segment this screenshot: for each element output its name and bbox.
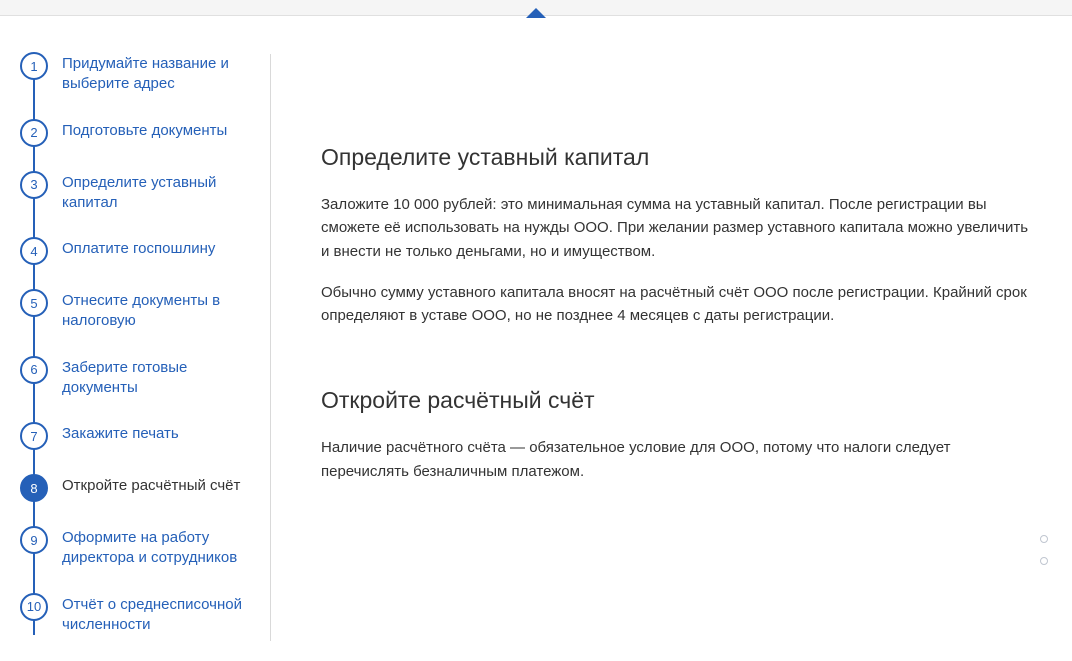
step-number-badge: 1 — [20, 52, 48, 80]
step-label: Заберите готовые документы — [62, 358, 258, 399]
step-item-6[interactable]: 6 Заберите готовые документы — [20, 358, 258, 399]
step-item-3[interactable]: 3 Определите уставный капитал — [20, 173, 258, 214]
step-number-badge: 10 — [20, 593, 48, 621]
section-paragraph: Наличие расчётного счёта — обязательное … — [321, 436, 1032, 483]
step-label: Оплатите госпошлину — [62, 239, 215, 259]
step-label: Определите уставный капитал — [62, 173, 258, 214]
step-number-badge: 7 — [20, 422, 48, 450]
step-label: Отчёт о среднесписочной численности — [62, 595, 258, 636]
step-item-9[interactable]: 9 Оформите на работу директора и сотрудни… — [20, 528, 258, 569]
step-label: Откройте расчётный счёт — [62, 476, 240, 496]
main-container: 1 Придумайте название и выберите адрес 2 По… — [0, 16, 1072, 661]
step-number-badge: 5 — [20, 289, 48, 317]
step-label: Закажите печать — [62, 424, 179, 444]
step-item-1[interactable]: 1 Придумайте название и выберите адрес — [20, 54, 258, 95]
step-label: Оформите на работу директора и сотрудник… — [62, 528, 258, 569]
section-paragraph: Заложите 10 000 рублей: это минимальная … — [321, 193, 1032, 263]
step-label: Отнесите документы в налоговую — [62, 291, 258, 332]
step-number-badge: 3 — [20, 171, 48, 199]
top-arrow-icon — [526, 8, 546, 18]
step-label: Придумайте название и выберите адрес — [62, 54, 258, 95]
step-item-4[interactable]: 4 Оплатите госпошлину — [20, 239, 258, 265]
top-bar — [0, 0, 1072, 16]
step-item-5[interactable]: 5 Отнесите документы в налоговую — [20, 291, 258, 332]
step-item-2[interactable]: 2 Подготовьте документы — [20, 121, 258, 147]
dot-icon — [1040, 535, 1048, 543]
step-label: Подготовьте документы — [62, 121, 227, 141]
step-list: 1 Придумайте название и выберите адрес 2 По… — [20, 54, 258, 635]
sidebar: 1 Придумайте название и выберите адрес 2 По… — [0, 24, 270, 661]
section-title-capital: Определите уставный капитал — [321, 144, 1032, 171]
dot-icon — [1040, 557, 1048, 565]
page-dots — [1040, 535, 1048, 565]
step-item-10[interactable]: 10 Отчёт о среднесписочной численности — [20, 595, 258, 636]
step-number-badge: 4 — [20, 237, 48, 265]
content: Определите уставный капитал Заложите 10 … — [271, 24, 1072, 661]
step-number-badge: 6 — [20, 356, 48, 384]
step-number-badge: 8 — [20, 474, 48, 502]
section-title-account: Откройте расчётный счёт — [321, 387, 1032, 414]
step-item-7[interactable]: 7 Закажите печать — [20, 424, 258, 450]
section-paragraph: Обычно сумму уставного капитала вносят н… — [321, 281, 1032, 328]
step-item-8[interactable]: 8 Откройте расчётный счёт — [20, 476, 258, 502]
step-number-badge: 9 — [20, 526, 48, 554]
step-number-badge: 2 — [20, 119, 48, 147]
